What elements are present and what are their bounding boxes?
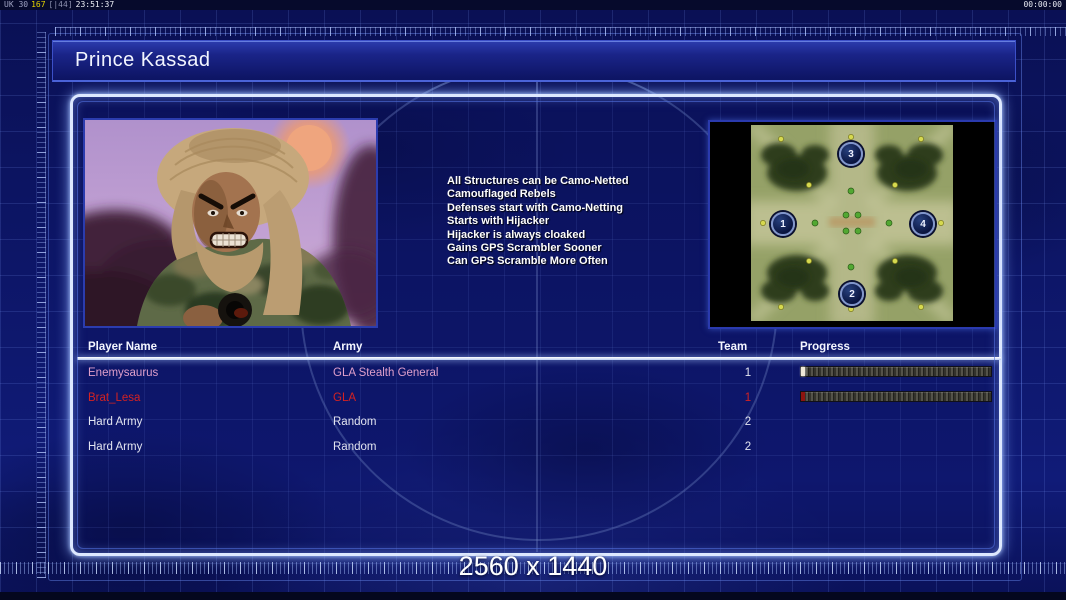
ruler-top (55, 27, 1066, 36)
player-name: Hard Army (88, 440, 143, 453)
loadscreen-main-panel: All Structures can be Camo-Netted Camouf… (70, 94, 1002, 556)
progress-fill (801, 367, 805, 376)
table-row: Enemysaurus GLA Stealth General 1 (81, 362, 997, 387)
general-portrait-art (85, 120, 376, 326)
player-name: Hard Army (88, 416, 143, 428)
player-army: Random (333, 440, 377, 453)
general-portrait (83, 118, 378, 328)
player-army: GLA (333, 391, 357, 404)
column-progress: Progress (800, 341, 850, 353)
general-name-title: Prince Kassad (75, 49, 211, 71)
ruler-left (37, 32, 46, 578)
player-table-rows: Enemysaurus GLA Stealth General 1 Brat_L… (81, 362, 997, 460)
player-team: 2 (744, 416, 752, 428)
top-overlay-strip: UK 30 167 [|44] 23:51:37 00:00:00 (0, 0, 1066, 10)
table-row: Hard Army Random 2 (81, 411, 997, 436)
debug-app-tag: UK 30 (4, 0, 29, 9)
ability-item: Gains GPS Scrambler Sooner (447, 242, 602, 255)
ability-item: Starts with Hijacker (447, 215, 550, 228)
debug-overlay-text: UK 30 167 [|44] 23:51:37 (4, 1, 117, 9)
map-preview-panel: 1 2 3 4 (708, 119, 997, 329)
player-name: Enemysaurus (88, 367, 159, 379)
table-row: Hard Army Random 2 (81, 436, 997, 461)
player-name: Brat_Lesa (88, 391, 141, 404)
progress-fill (801, 391, 805, 401)
column-army: Army (333, 341, 363, 353)
debug-flags: [|44] (48, 0, 73, 9)
table-row: Brat_Lesa GLA 1 (81, 387, 997, 412)
loading-screen: UK 30 167 [|44] 23:51:37 00:00:00 Prince Ka… (0, 0, 1066, 600)
resolution-label: 2560 x 1440 (458, 551, 608, 581)
player-team: 1 (744, 367, 752, 379)
general-abilities-list: All Structures can be Camo-Netted Camouf… (447, 175, 697, 269)
map-preview-image: 1 2 3 4 (745, 119, 959, 327)
load-progress-bar (800, 366, 992, 377)
column-player-name: Player Name (88, 341, 158, 353)
column-team: Team (718, 341, 748, 353)
debug-fps-value: 167 (31, 0, 46, 9)
bottom-dark-strip (0, 592, 1066, 600)
ability-item: Hijacker is always cloaked (447, 228, 586, 241)
ability-item: Defenses start with Camo-Netting (447, 201, 624, 214)
start-position-marker-1: 1 (771, 212, 795, 236)
player-team: 1 (744, 391, 752, 404)
elapsed-timer: 00:00:00 (1023, 0, 1062, 9)
player-team: 2 (744, 440, 752, 453)
player-table-header: Player Name Army Team Progress (81, 341, 997, 356)
player-army: Random (333, 416, 377, 428)
ability-item: Camouflaged Rebels (447, 188, 556, 201)
start-position-marker-3: 3 (839, 142, 863, 166)
ability-item: All Structures can be Camo-Netted (447, 175, 629, 187)
table-header-divider (77, 357, 1001, 360)
load-progress-bar (800, 390, 992, 402)
start-position-marker-4: 4 (911, 212, 935, 236)
player-army: GLA Stealth General (333, 367, 439, 379)
start-position-marker-2: 2 (840, 282, 864, 306)
debug-clock: 23:51:37 (75, 0, 115, 9)
general-title-bar: Prince Kassad (52, 40, 1016, 82)
ability-item: Can GPS Scramble More Often (447, 255, 608, 268)
